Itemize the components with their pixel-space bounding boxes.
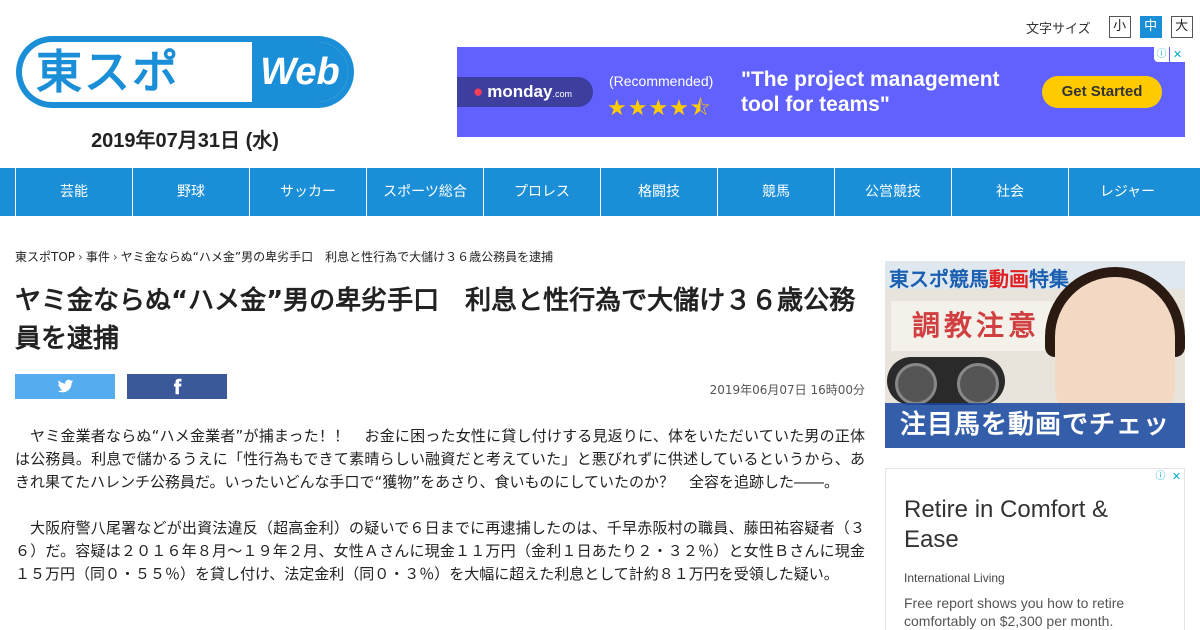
breadcrumb-top-link[interactable]: 東スポTOP [15,250,75,264]
logo-text-web: Web [252,42,348,102]
article-title: ヤミ金ならぬ“ハメ金”男の卑劣手口 利息と性行為で大儲け３６歳公務員を逮捕 [15,286,856,354]
ad-info-icon[interactable]: ⓘ [1154,47,1169,62]
breadcrumb-separator: › [112,250,118,264]
ad-brand-name: monday [487,82,553,101]
nav-item-geino[interactable]: 芸能 [15,168,132,216]
nav-item-shakai[interactable]: 社会 [951,168,1068,216]
banner-top-prefix: 東スポ競馬 [889,267,989,291]
monday-logo-icon: ● [473,82,484,101]
site-header: 東スポ Web 2019年07月31日 (水) 文字サイズ 小 中 大 ● mon… [0,0,1200,168]
ad-close-icon[interactable]: ✕ [1169,469,1184,484]
breadcrumb-separator: › [78,250,83,264]
site-logo[interactable]: 東スポ Web [16,36,354,108]
article-body: ヤミ金業者ならぬ“ハメ金業者”が捕まった！！ お金に困った女性に貸し付けする見返… [15,425,865,586]
logo-text-jp: 東スポ [36,45,180,99]
side-ad-title[interactable]: Retire in Comfort & Ease [904,495,1164,555]
ad-brand-pill: ● monday.com [457,77,593,107]
top-banner-ad[interactable]: ● monday.com (Recommended) ★★★★⯪ "The pro… [457,47,1185,137]
sidebar-keiba-video-banner[interactable]: 東スポ競馬動画特集 調教注意 注目馬を動画でチェック！ [885,261,1185,448]
side-ad-brand: International Living [904,571,1005,585]
ad-get-started-button[interactable]: Get Started [1042,76,1162,108]
share-facebook-button[interactable] [127,374,227,399]
nav-item-keiba[interactable]: 競馬 [717,168,834,216]
ad-info-icon[interactable]: ⓘ [1153,469,1168,484]
side-ad-description: Free report shows you how to retire comf… [904,595,1125,629]
header-date: 2019年07月31日 (水) [91,130,279,152]
font-size-large-button[interactable]: 大 [1170,16,1193,38]
font-size-medium-button[interactable]: 中 [1139,16,1162,38]
nav-item-kakutogi[interactable]: 格闘技 [600,168,717,216]
ad-close-icon[interactable]: ✕ [1170,47,1185,62]
share-twitter-button[interactable] [15,374,115,399]
binoculars-icon [887,357,1005,405]
nav-item-leisure[interactable]: レジャー [1068,168,1186,216]
nav-item-sports[interactable]: スポーツ総合 [366,168,483,216]
article-paragraph: ヤミ金業者ならぬ“ハメ金業者”が捕まった！！ お金に困った女性に貸し付けする見返… [15,427,865,491]
twitter-icon [57,379,74,393]
nav-item-koei[interactable]: 公営競技 [834,168,951,216]
breadcrumb-category-link[interactable]: 事件 [86,250,110,264]
article-paragraph: 大阪府警八尾署などが出資法違反（超高金利）の疑いで６日までに再逮捕したのは、千早… [15,519,865,583]
banner-top-highlight: 動画 [989,267,1029,291]
banner-bottom-text: 注目馬を動画でチェック！ [885,403,1185,448]
ad-rating-stars-icon: ★★★★⯪ [607,96,712,121]
facebook-icon [173,378,182,395]
sidebar-text-ad[interactable]: ⓘ ✕ Retire in Comfort & Ease Internation… [885,468,1185,630]
nav-item-prowres[interactable]: プロレス [483,168,600,216]
font-size-control: 文字サイズ 小 中 大 [1026,16,1193,38]
ad-brand-suffix: .com [552,89,572,99]
main-nav: 芸能 野球 サッカー スポーツ総合 プロレス 格闘技 競馬 公営競技 社会 レジ… [0,168,1200,216]
breadcrumb-current: ヤミ金ならぬ“ハメ金”男の卑劣手口 利息と性行為で大儲け３６歳公務員を逮捕 [120,250,554,264]
nav-item-soccer[interactable]: サッカー [249,168,366,216]
banner-top-text: 東スポ競馬動画特集 [889,263,1069,292]
banner-top-suffix: 特集 [1029,267,1069,291]
breadcrumb: 東スポTOP › 事件 › ヤミ金ならぬ“ハメ金”男の卑劣手口 利息と性行為で大儲け３６… [15,248,553,265]
font-size-small-button[interactable]: 小 [1108,16,1131,38]
banner-sign-text: 調教注意 [891,301,1061,351]
ad-recommended: (Recommended) [609,73,714,89]
font-size-label: 文字サイズ [1026,21,1091,37]
ad-headline: "The project management tool for teams" [741,68,1000,116]
nav-item-yakyu[interactable]: 野球 [132,168,249,216]
article-published-date: 2019年06月07日 16時00分 [709,383,865,397]
